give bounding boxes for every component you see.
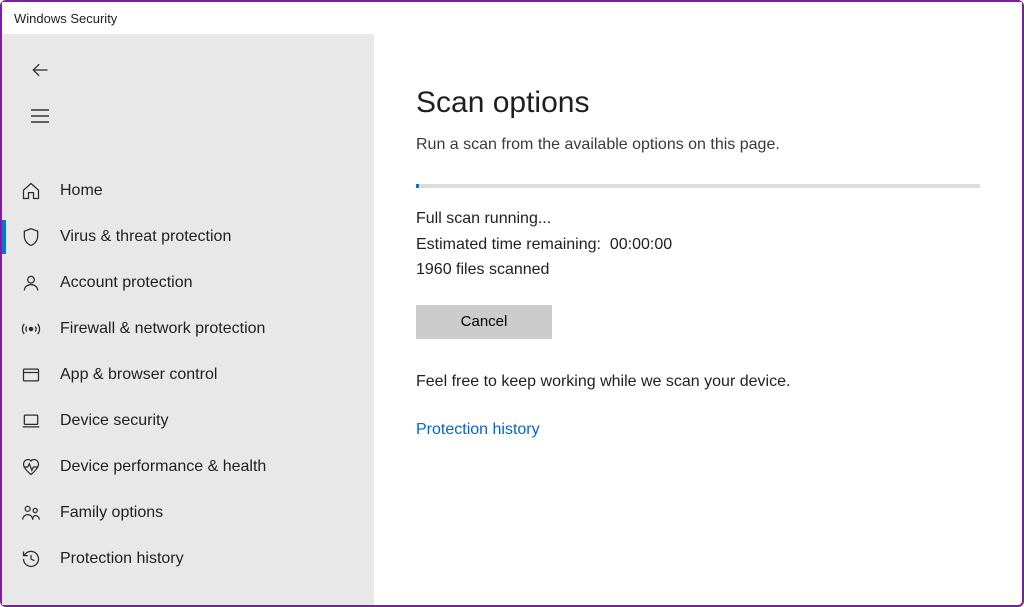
nav-list: Home Virus & threat protection Accoun bbox=[2, 150, 374, 582]
nav-item-account[interactable]: Account protection bbox=[2, 260, 374, 306]
nav-item-label: Family options bbox=[60, 504, 163, 522]
window-title: Windows Security bbox=[14, 11, 117, 26]
antenna-icon bbox=[20, 318, 42, 340]
heart-rate-icon bbox=[20, 456, 42, 478]
arrow-left-icon bbox=[30, 60, 50, 80]
scan-progress-bar bbox=[416, 184, 980, 188]
time-remaining-value: 00:00:00 bbox=[610, 236, 672, 253]
nav-item-firewall[interactable]: Firewall & network protection bbox=[2, 306, 374, 352]
cancel-button-label: Cancel bbox=[461, 313, 508, 330]
nav-item-label: Account protection bbox=[60, 274, 193, 292]
nav-item-label: Firewall & network protection bbox=[60, 320, 265, 338]
nav-item-family[interactable]: Family options bbox=[2, 490, 374, 536]
nav-item-protection-history[interactable]: Protection history bbox=[2, 536, 374, 582]
files-scanned-value: 1960 bbox=[416, 261, 452, 278]
files-scanned-label: files scanned bbox=[456, 261, 549, 278]
sidebar: Home Virus & threat protection Accoun bbox=[2, 34, 374, 605]
scan-progress-fill bbox=[416, 184, 419, 188]
files-scanned: 1960 files scanned bbox=[416, 257, 980, 283]
time-remaining-label: Estimated time remaining: bbox=[416, 236, 601, 253]
back-button[interactable] bbox=[24, 54, 56, 86]
nav-item-performance[interactable]: Device performance & health bbox=[2, 444, 374, 490]
time-remaining: Estimated time remaining: 00:00:00 bbox=[416, 232, 980, 258]
nav-item-label: App & browser control bbox=[60, 366, 217, 384]
hamburger-icon bbox=[31, 109, 49, 123]
nav-item-home[interactable]: Home bbox=[2, 168, 374, 214]
family-icon bbox=[20, 502, 42, 524]
shield-icon bbox=[20, 226, 42, 248]
nav-toggle-button[interactable] bbox=[24, 100, 56, 132]
nav-item-app-browser[interactable]: App & browser control bbox=[2, 352, 374, 398]
scan-note: Feel free to keep working while we scan … bbox=[416, 373, 980, 391]
cancel-button[interactable]: Cancel bbox=[416, 305, 552, 339]
nav-item-label: Device performance & health bbox=[60, 458, 266, 476]
main-content: Scan options Run a scan from the availab… bbox=[374, 34, 1022, 605]
scan-status: Full scan running... bbox=[416, 206, 980, 232]
nav-item-device-security[interactable]: Device security bbox=[2, 398, 374, 444]
history-icon bbox=[20, 548, 42, 570]
page-subtitle: Run a scan from the available options on… bbox=[416, 136, 980, 154]
nav-item-label: Device security bbox=[60, 412, 168, 430]
person-icon bbox=[20, 272, 42, 294]
nav-item-label: Home bbox=[60, 182, 103, 200]
nav-item-virus-threat[interactable]: Virus & threat protection bbox=[2, 214, 374, 260]
nav-item-label: Virus & threat protection bbox=[60, 228, 231, 246]
page-title: Scan options bbox=[416, 86, 980, 120]
home-icon bbox=[20, 180, 42, 202]
laptop-icon bbox=[20, 410, 42, 432]
link-label: Protection history bbox=[416, 421, 540, 438]
nav-item-label: Protection history bbox=[60, 550, 184, 568]
protection-history-link[interactable]: Protection history bbox=[416, 421, 540, 439]
browser-icon bbox=[20, 364, 42, 386]
